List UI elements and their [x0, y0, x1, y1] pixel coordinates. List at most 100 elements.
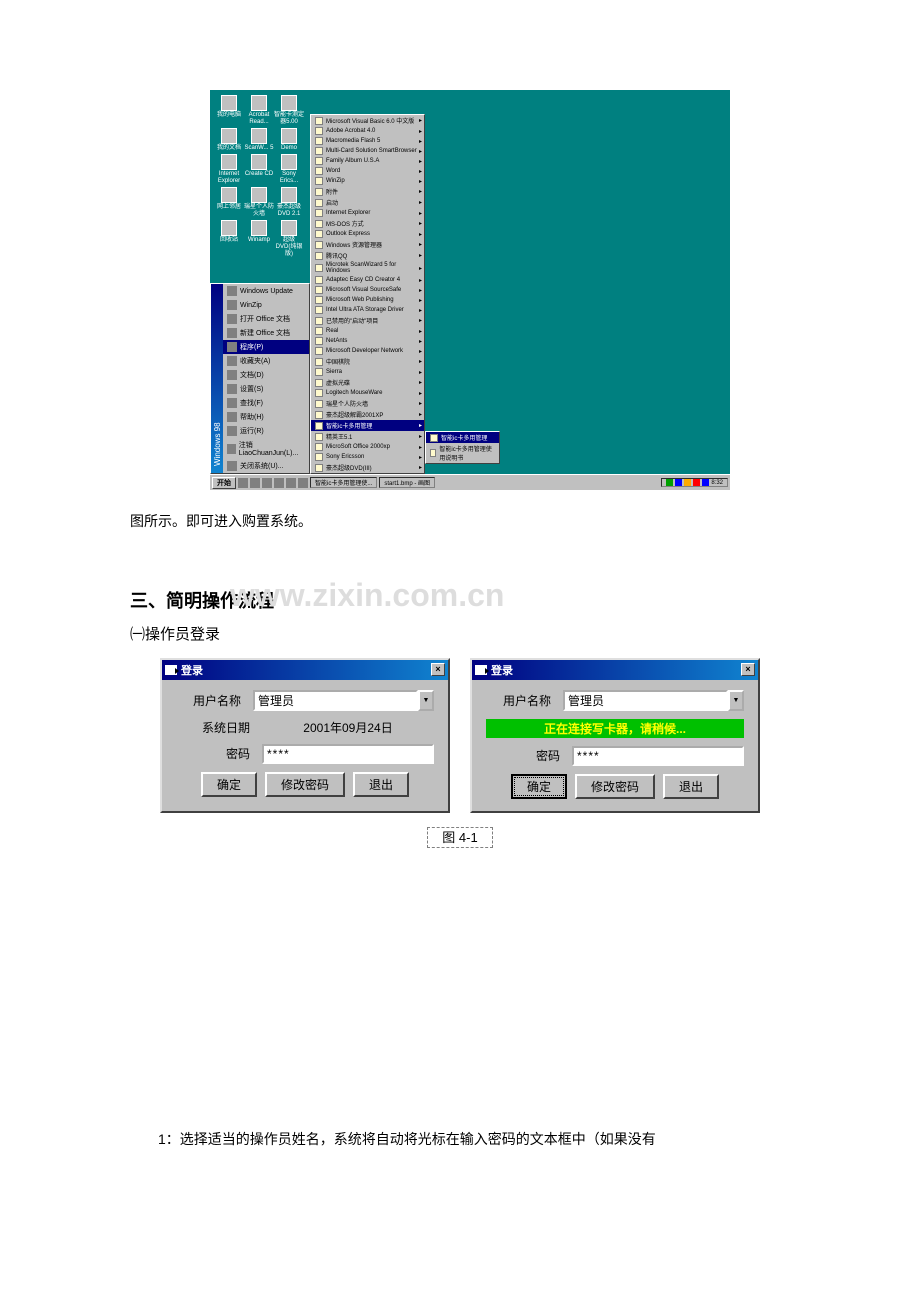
password-input[interactable]	[572, 746, 744, 766]
user-combo[interactable]	[253, 690, 418, 711]
programs-submenu[interactable]: Microsoft Visual Basic 6.0 中文版▸Adobe Acr…	[310, 114, 425, 474]
dropdown-icon[interactable]: ▼	[728, 690, 744, 711]
submenu-item[interactable]: 精英王5.1▸	[311, 431, 424, 442]
quicklaunch-icon[interactable]	[262, 478, 272, 488]
quicklaunch-icon[interactable]	[286, 478, 296, 488]
start-menu-item[interactable]: 程序(P)	[223, 340, 309, 354]
desktop-icon[interactable]: 智能卡测定器5.00	[274, 95, 304, 126]
submenu-item[interactable]: Microtek ScanWizard 5 for Windows▸	[311, 261, 424, 275]
submenu-item[interactable]: Microsoft Developer Network▸	[311, 346, 424, 356]
start-menu-item[interactable]: 收藏夹(A)	[223, 354, 309, 368]
start-menu-item[interactable]: 打开 Office 文档	[223, 312, 309, 326]
desktop-icon[interactable]: 我的电脑	[214, 95, 244, 119]
submenu-item[interactable]: Family Album U.S.A▸	[311, 156, 424, 166]
change-pwd-button[interactable]: 修改密码	[575, 774, 655, 799]
submenu-item[interactable]: Windows 资源管理器▸	[311, 239, 424, 250]
desktop-icon[interactable]: 网上邻居	[214, 187, 244, 211]
submenu-item[interactable]: 腾讯QQ▸	[311, 250, 424, 261]
submenu-item[interactable]: Sierra▸	[311, 367, 424, 377]
exit-button[interactable]: 退出	[353, 772, 409, 797]
submenu-item[interactable]: Intel Ultra ATA Storage Driver▸	[311, 305, 424, 315]
submenu-item[interactable]: 豪杰超级解霸2001XP▸	[311, 409, 424, 420]
submenu-item[interactable]: 瑞星个人防火墙▸	[311, 398, 424, 409]
tray-icon[interactable]	[684, 479, 691, 486]
submenu-item[interactable]: MicroSoft Office 2000xp▸	[311, 442, 424, 452]
submenu-item[interactable]: NetAnts▸	[311, 336, 424, 346]
start-menu-item[interactable]: 注销 LiaoChuanJun(L)...	[223, 438, 309, 459]
tray-icon[interactable]	[666, 479, 673, 486]
submenu-item[interactable]: Multi-Card Solution SmartBrowser▸	[311, 146, 424, 156]
tray-icon[interactable]	[702, 479, 709, 486]
ok-button[interactable]: 确定	[511, 774, 567, 799]
submenu-item[interactable]: 智能ic卡多用管理▸	[311, 420, 424, 431]
submenu-item[interactable]: 启动▸	[311, 197, 424, 208]
quicklaunch-icon[interactable]	[298, 478, 308, 488]
user-combo[interactable]	[563, 690, 728, 711]
desktop-icon[interactable]: 回收站	[214, 220, 244, 244]
start-menu-item[interactable]: 文档(D)	[223, 368, 309, 382]
app-icon	[475, 665, 487, 675]
submenu-item[interactable]: Microsoft Visual SourceSafe▸	[311, 285, 424, 295]
submenu-item[interactable]: Microsoft Web Publishing▸	[311, 295, 424, 305]
desktop-icon[interactable]: Sony Erics...	[274, 154, 304, 185]
desktop-icon[interactable]: ScanW... 5	[244, 128, 274, 152]
tray-icon[interactable]	[675, 479, 682, 486]
start-menu-item[interactable]: Windows Update	[223, 284, 309, 298]
submenu-item[interactable]: 豪杰超级DVD(III)▸	[311, 462, 424, 473]
submenu-item[interactable]: MS-DOS 方式▸	[311, 218, 424, 229]
start-menu-item[interactable]: 设置(S)	[223, 382, 309, 396]
submenu-item[interactable]: WinZip▸	[311, 176, 424, 186]
submenu-item[interactable]: Word▸	[311, 166, 424, 176]
user-label: 用户名称	[176, 692, 241, 709]
submenu-item[interactable]: Adobe Acrobat 4.0▸	[311, 126, 424, 136]
task-button[interactable]: 智能ic卡多用管理使...	[310, 477, 377, 488]
change-pwd-button[interactable]: 修改密码	[265, 772, 345, 797]
start-menu-item[interactable]: 帮助(H)	[223, 410, 309, 424]
desktop-icon[interactable]: 我的文档	[214, 128, 244, 152]
submenu-item[interactable]: 已禁用的"启动"项目▸	[311, 315, 424, 326]
ok-button[interactable]: 确定	[201, 772, 257, 797]
submenu-item[interactable]: 附件▸	[311, 186, 424, 197]
desktop-icon[interactable]: Demo	[274, 128, 304, 152]
submenu-item[interactable]: Sony Ericsson▸	[311, 452, 424, 462]
desktop-icon[interactable]: Winamp	[244, 220, 274, 244]
start-menu-item[interactable]: 关闭系统(U)...	[223, 459, 309, 473]
close-icon[interactable]: ×	[431, 663, 445, 676]
submenu-item[interactable]: Real▸	[311, 326, 424, 336]
submenu-item[interactable]: 虚拟光碟▸	[311, 377, 424, 388]
body-text: 图所示。即可进入购置系统。	[130, 508, 790, 535]
tray-icon[interactable]	[693, 479, 700, 486]
submenu-item[interactable]: Microsoft Visual Basic 6.0 中文版▸	[311, 115, 424, 126]
flyout-item[interactable]: 智能ic卡多用管理使用说明书	[426, 443, 499, 463]
login-dialog: 登录 × 用户名称 ▼ 系统日期 2001年09月24日 密码 确定 修改密码	[160, 658, 450, 813]
start-menu-item[interactable]: 运行(R)	[223, 424, 309, 438]
exit-button[interactable]: 退出	[663, 774, 719, 799]
start-button[interactable]: 开始	[212, 477, 236, 489]
task-button[interactable]: start1.bmp - 画图	[379, 477, 435, 488]
submenu-item[interactable]: Macromedia Flash 5▸	[311, 136, 424, 146]
submenu-item[interactable]: Internet Explorer▸	[311, 208, 424, 218]
desktop-icon[interactable]: 豪杰超级 DVD 2.1	[274, 187, 304, 218]
flyout-item[interactable]: 智能ic卡多用管理	[426, 432, 499, 443]
desktop-icon[interactable]: Acrobat Read...	[244, 95, 274, 126]
flyout-menu[interactable]: 智能ic卡多用管理智能ic卡多用管理使用说明书	[425, 431, 500, 464]
dropdown-icon[interactable]: ▼	[418, 690, 434, 711]
start-menu[interactable]: Windows 98 Windows UpdateWinZip打开 Office…	[210, 283, 310, 474]
submenu-item[interactable]: Logitech MouseWare▸	[311, 388, 424, 398]
desktop-icon[interactable]: 瑞星个人防火墙	[244, 187, 274, 218]
close-icon[interactable]: ×	[741, 663, 755, 676]
quicklaunch-icon[interactable]	[250, 478, 260, 488]
quicklaunch-icon[interactable]	[274, 478, 284, 488]
user-label: 用户名称	[486, 692, 551, 709]
desktop-icon[interactable]: Create CD	[244, 154, 274, 178]
start-menu-item[interactable]: 新建 Office 文档	[223, 326, 309, 340]
password-input[interactable]	[262, 744, 434, 764]
submenu-item[interactable]: Outlook Express▸	[311, 229, 424, 239]
submenu-item[interactable]: 中国棋院▸	[311, 356, 424, 367]
desktop-icon[interactable]: 超级DVD(纯银版)	[274, 220, 304, 258]
quicklaunch-icon[interactable]	[238, 478, 248, 488]
submenu-item[interactable]: Adaptec Easy CD Creator 4▸	[311, 275, 424, 285]
start-menu-item[interactable]: WinZip	[223, 298, 309, 312]
start-menu-item[interactable]: 查找(F)	[223, 396, 309, 410]
desktop-icon[interactable]: Internet Explorer	[214, 154, 244, 185]
